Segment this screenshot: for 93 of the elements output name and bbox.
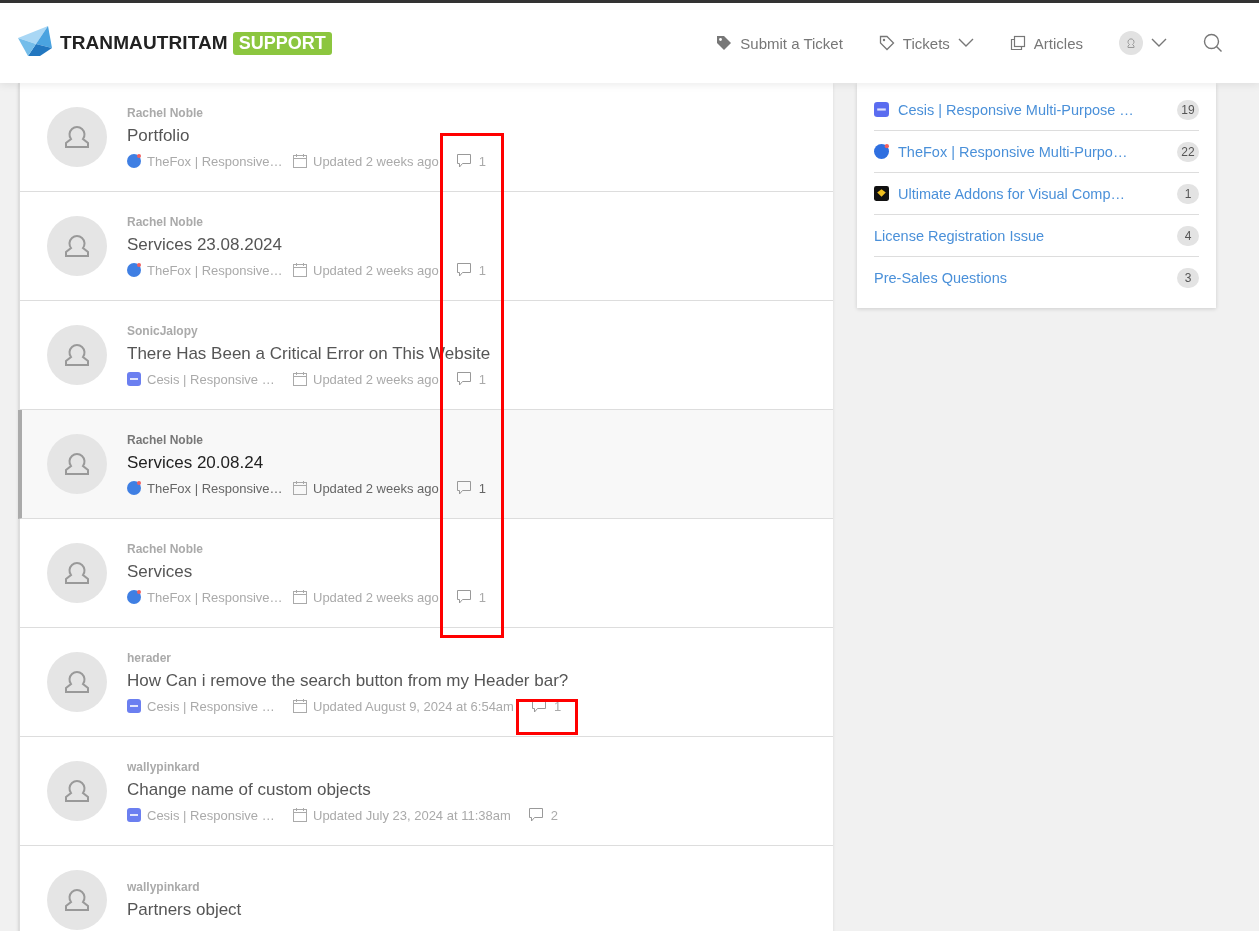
ticket-title[interactable]: Portfolio (127, 125, 486, 146)
tag-icon (878, 35, 895, 51)
product-name: Cesis | Responsive … (147, 371, 275, 387)
comment-icon (456, 154, 471, 168)
ticket-title[interactable]: Change name of custom objects (127, 779, 559, 800)
updated-time: Updated 2 weeks ago (313, 589, 439, 605)
ticket-row[interactable]: herader How Can i remove the search button from my Header bar? Cesis | Responsive … Updated August 9, 2024 at 6:54am 1 (18, 628, 833, 737)
ticket-author: Rachel Noble (127, 541, 205, 556)
calendar-icon (293, 263, 307, 277)
count-badge: 3 (1177, 267, 1199, 288)
avatar-icon (47, 652, 107, 712)
product-name: TheFox | Responsive… (147, 262, 283, 278)
ticket-author: SonicJalopy (127, 323, 199, 338)
calendar-icon (293, 154, 307, 168)
comment-count: 1 (553, 698, 562, 714)
ticket-author: wallypinkard (127, 880, 201, 894)
count-badge: 22 (1177, 141, 1199, 162)
product-icon (874, 144, 889, 159)
product-icon (127, 263, 141, 277)
ticket-author: herader (127, 650, 173, 665)
comment-count: 1 (478, 153, 486, 169)
account-menu[interactable] (1119, 31, 1167, 55)
avatar-icon (47, 325, 107, 385)
copies-icon (1009, 35, 1026, 51)
chevron-down-icon (957, 38, 974, 48)
avatar-icon (47, 216, 107, 276)
comment-icon (528, 808, 543, 822)
product-icon (874, 102, 889, 117)
updated-time: Updated 2 weeks ago (313, 153, 439, 169)
count-badge: 1 (1177, 183, 1199, 204)
product-icon (874, 186, 889, 201)
ticket-row[interactable]: Rachel Noble Services 23.08.2024 TheFox | Responsive… Updated 2 weeks ago 1 (18, 192, 833, 301)
comment-count: 1 (478, 480, 486, 496)
product-name: TheFox | Responsive… (147, 480, 283, 496)
chevron-down-icon (1151, 38, 1167, 48)
ticket-row[interactable]: wallypinkard Change name of custom objects Cesis | Responsive … Updated July 23, 2024 at 11:38am 2 (18, 737, 833, 846)
avatar-icon (47, 543, 107, 603)
count-badge: 4 (1177, 225, 1199, 246)
product-name: TheFox | Responsive… (147, 153, 283, 169)
ticket-title[interactable]: Services 23.08.2024 (127, 234, 486, 255)
highlight-box (516, 699, 578, 735)
product-name: Cesis | Responsive … (147, 698, 275, 714)
ticket-author: Rachel Noble (127, 214, 205, 229)
submit-ticket-link[interactable]: Submit a Ticket (716, 34, 843, 52)
comment-count: 1 (478, 371, 486, 387)
ticket-row[interactable]: wallypinkard Partners object (18, 846, 833, 931)
articles-link[interactable]: Articles (1009, 34, 1083, 52)
product-icon (127, 372, 141, 386)
comment-count: 1 (478, 262, 486, 278)
comment-count: 1 (478, 589, 486, 605)
avatar-icon (47, 434, 107, 494)
calendar-icon (293, 699, 307, 713)
updated-time: Updated July 23, 2024 at 11:38am (313, 807, 511, 823)
comment-icon (456, 263, 471, 277)
product-icon (127, 154, 141, 168)
ticket-title[interactable]: Services 20.08.24 (127, 452, 486, 473)
ticket-title[interactable]: Services (127, 561, 486, 582)
tag-icon (716, 35, 733, 51)
updated-time: Updated 2 weeks ago (313, 262, 439, 278)
updated-time: Updated August 9, 2024 at 6:54am (313, 698, 514, 714)
logo-badge: SUPPORT (232, 31, 332, 55)
calendar-icon (293, 590, 307, 604)
calendar-icon (293, 372, 307, 386)
avatar-icon (1119, 31, 1143, 55)
product-icon (127, 590, 141, 604)
ticket-row[interactable]: Rachel Noble Services TheFox | Responsive… Updated 2 weeks ago 1 (18, 519, 833, 628)
ticket-author: Rachel Noble (127, 105, 205, 120)
updated-time: Updated 2 weeks ago (313, 371, 439, 387)
comment-icon (456, 481, 471, 495)
product-icon (127, 481, 141, 495)
search-button[interactable] (1203, 33, 1223, 53)
calendar-icon (293, 481, 307, 495)
ticket-row[interactable]: Rachel Noble Portfolio TheFox | Responsive… Updated 2 weeks ago 1 (18, 83, 833, 192)
ticket-title[interactable]: How Can i remove the search button from my Header bar? (127, 670, 569, 691)
count-badge: 19 (1177, 99, 1199, 120)
ticket-author: Rachel Noble (127, 432, 205, 447)
comment-icon (456, 590, 471, 604)
updated-time: Updated 2 weeks ago (313, 480, 439, 496)
product-name: TheFox | Responsive… (147, 589, 283, 605)
ticket-title[interactable]: Partners object (127, 900, 242, 920)
product-name: Cesis | Responsive … (147, 807, 275, 823)
logo-wordmark: TRANMAUTRITAM (60, 32, 228, 54)
calendar-icon (293, 808, 307, 822)
avatar-icon (47, 107, 107, 167)
comment-icon (531, 699, 546, 713)
ticket-author: wallypinkard (127, 759, 201, 774)
tickets-menu[interactable]: Tickets (878, 34, 974, 52)
product-icon (127, 699, 141, 713)
ticket-row[interactable]: Rachel Noble Services 20.08.24 TheFox | Responsive… Updated 2 weeks ago 1 (18, 410, 833, 519)
comment-icon (456, 372, 471, 386)
avatar-icon (47, 761, 107, 821)
product-icon (127, 808, 141, 822)
comment-count: 2 (550, 807, 559, 823)
